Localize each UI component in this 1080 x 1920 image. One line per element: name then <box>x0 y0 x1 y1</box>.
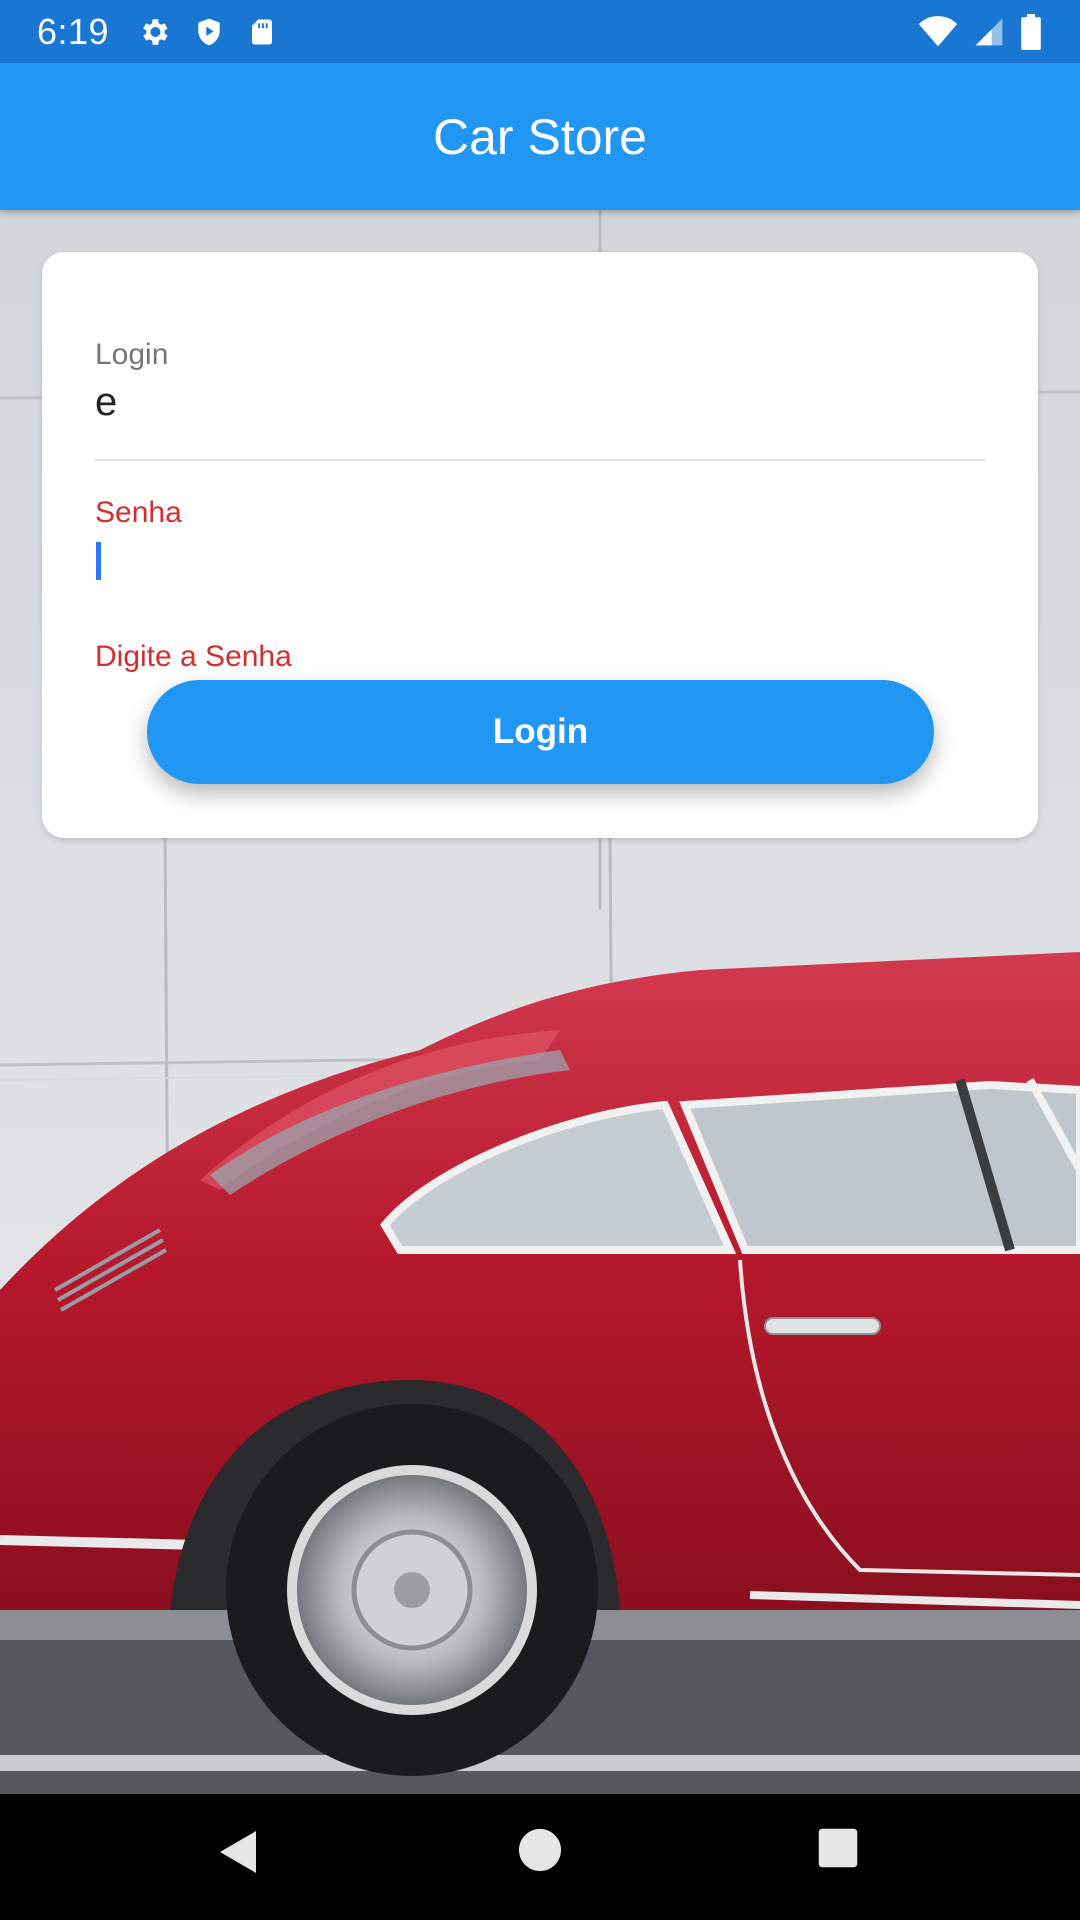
status-right-icons <box>918 0 1042 63</box>
senha-error-text: Digite a Senha <box>95 640 292 673</box>
status-time: 6:19 <box>37 10 110 52</box>
navigation-bar <box>0 1794 1080 1920</box>
senha-field-label: Senha <box>95 496 182 529</box>
wifi-icon <box>918 15 958 48</box>
login-card: Login e Senha Digite a Senha Login <box>42 252 1038 838</box>
status-left-icons <box>137 15 277 49</box>
play-protect-icon <box>193 15 225 49</box>
cell-signal-icon <box>972 16 1006 48</box>
page-title: Car Store <box>433 108 647 165</box>
text-cursor <box>96 542 101 580</box>
app-bar: Car Store <box>0 63 1080 210</box>
login-field-label: Login <box>95 338 169 371</box>
battery-icon <box>1020 13 1042 50</box>
sd-card-icon <box>247 15 277 49</box>
status-bar: 6:19 <box>0 0 1080 63</box>
home-icon[interactable] <box>517 1827 563 1873</box>
login-button[interactable]: Login <box>147 680 934 784</box>
senha-input[interactable] <box>95 536 985 588</box>
login-input-underline <box>95 459 985 461</box>
recents-icon[interactable] <box>817 1827 859 1869</box>
back-icon[interactable] <box>216 1827 260 1877</box>
login-input[interactable]: e <box>95 380 117 425</box>
gear-icon <box>137 15 171 49</box>
